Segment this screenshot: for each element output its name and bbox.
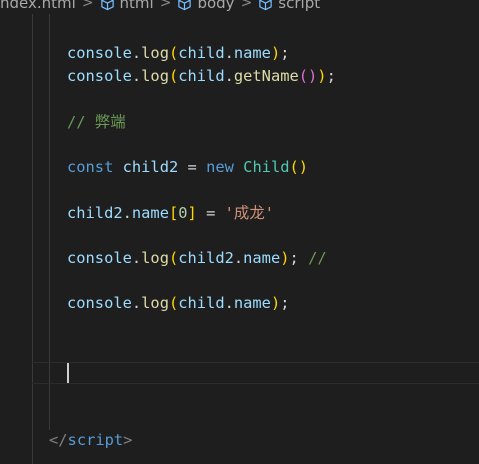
token: ( [168, 249, 179, 267]
code-editor[interactable]: console.log(child.name); console.log(chi… [0, 0, 479, 464]
token: . [224, 44, 234, 62]
token: ; [280, 44, 290, 62]
current-line-highlight [32, 362, 479, 384]
token: // [308, 249, 327, 267]
token: child2 [67, 204, 123, 222]
token: ) [317, 67, 327, 85]
token: 0 [178, 204, 188, 222]
indent-guide [32, 14, 33, 464]
token: . [131, 294, 142, 312]
token: log [141, 249, 169, 267]
token: . [131, 67, 142, 85]
token: log [141, 44, 169, 62]
token: log [141, 294, 169, 312]
token: name [233, 294, 271, 312]
code-line[interactable]: console.log(child.name); [67, 43, 290, 63]
token: script [67, 431, 124, 449]
token: child [178, 44, 225, 62]
token: ) [270, 294, 281, 312]
code-comment[interactable]: // 弊端 [67, 112, 126, 132]
code-line[interactable]: child2.name[0] = '成龙' [67, 203, 274, 223]
code-line[interactable]: const child2 = new Child() [67, 157, 308, 177]
token: child2 [122, 158, 179, 176]
token: ] [187, 204, 197, 222]
token: ( [168, 67, 179, 85]
token: . [131, 44, 142, 62]
token: = [187, 158, 197, 176]
token: . [224, 67, 234, 85]
token: > [123, 431, 133, 449]
token: ) [270, 44, 281, 62]
code-line[interactable]: console.log(child2.name); // [67, 248, 327, 268]
token: getName [233, 67, 299, 85]
token: . [131, 249, 142, 267]
token: child2 [178, 249, 234, 267]
token: name [131, 204, 169, 222]
token: console [67, 294, 132, 312]
token: child [178, 67, 225, 85]
token: </ [49, 431, 68, 449]
token: ; [326, 67, 336, 85]
token: console [67, 249, 132, 267]
token: ; [289, 249, 299, 267]
token: [ [168, 204, 179, 222]
token: child [178, 294, 225, 312]
token: const [67, 158, 114, 176]
token: new [206, 158, 234, 176]
token: . [233, 249, 244, 267]
token: ) [280, 249, 290, 267]
code-line[interactable]: console.log(child.getName()); [67, 66, 336, 86]
token: log [141, 67, 169, 85]
token: . [122, 204, 132, 222]
token: ( [168, 294, 179, 312]
token: . [224, 294, 234, 312]
text-cursor [67, 363, 69, 383]
token: '成龙' [224, 204, 274, 222]
code-line[interactable]: console.log(child.name); [67, 293, 290, 313]
token: () [298, 67, 318, 85]
token: console [67, 67, 132, 85]
token: name [243, 249, 281, 267]
token: ( [168, 44, 179, 62]
token: = [206, 204, 216, 222]
token: () [289, 158, 309, 176]
token: name [233, 44, 271, 62]
code-line[interactable]: </script> [49, 430, 132, 450]
token: Child [243, 158, 290, 176]
token: console [67, 44, 132, 62]
token: ; [280, 294, 290, 312]
